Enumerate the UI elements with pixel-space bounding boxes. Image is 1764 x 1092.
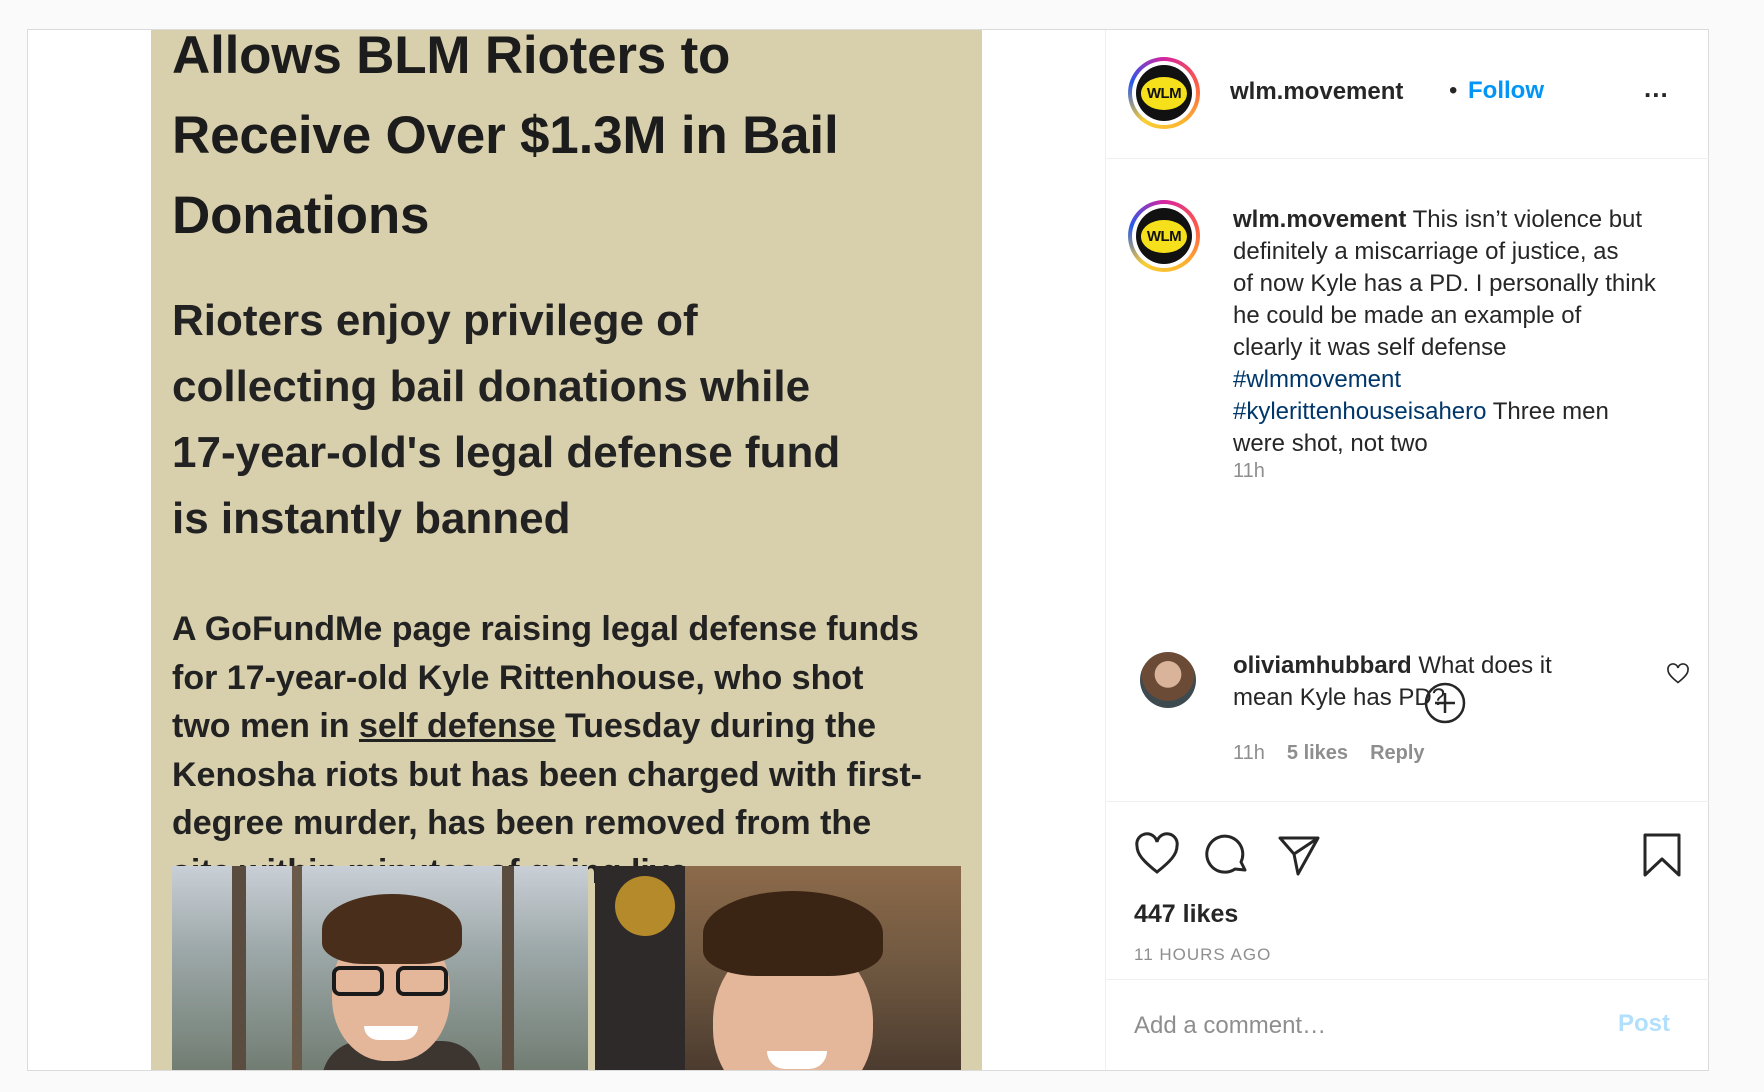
avatar-logo-text: WLM — [1140, 76, 1188, 110]
post-actions: 447 likes 11 HOURS AGO — [1106, 801, 1709, 979]
caption-line: wlm.movement This isn’t violence but — [1233, 204, 1701, 236]
avatar-logo-text: WLM — [1140, 219, 1188, 253]
caption-line: definitely a miscarriage of justice, as — [1233, 238, 1619, 265]
article-headline: Allows BLM Rioters to Receive Over $1.3M… — [172, 30, 952, 256]
comment-timestamp[interactable]: 11h — [1233, 742, 1265, 764]
body-line: degree murder, has been removed from the — [172, 804, 872, 842]
headline-line: Donations — [172, 186, 430, 245]
headline-line: Receive Over $1.3M in Bail — [172, 106, 839, 165]
article-screenshot: Allows BLM Rioters to Receive Over $1.3M… — [151, 30, 982, 1070]
post-time-ago[interactable]: 11 HOURS AGO — [1134, 945, 1271, 965]
article-body: A GoFundMe page raising legal defense fu… — [172, 605, 972, 896]
hashtag-link[interactable]: #wlmmovement — [1233, 364, 1701, 396]
comment-like-heart-icon[interactable] — [1666, 662, 1690, 686]
headline-line: Allows BLM Rioters to — [172, 30, 731, 85]
body-line: Kenosha riots but has been charged with … — [172, 755, 922, 794]
commenter-avatar[interactable] — [1140, 652, 1196, 708]
post-comment-button[interactable]: Post — [1618, 1010, 1670, 1038]
comment-text: What does it — [1411, 652, 1552, 679]
comment-bubble-icon[interactable] — [1205, 832, 1251, 878]
comment-line: mean Kyle has PD? — [1233, 684, 1446, 711]
share-paper-plane-icon[interactable] — [1276, 832, 1322, 878]
article-photo-left — [172, 866, 588, 1070]
instagram-post: Allows BLM Rioters to Receive Over $1.3M… — [27, 29, 1709, 1071]
caption-text: This isn’t violence but — [1406, 206, 1643, 233]
body-text-fragment: Tuesday during the — [555, 707, 877, 745]
hashtag-link[interactable]: #kylerittenhouseisahero — [1233, 398, 1487, 425]
comment: oliviamhubbard What does it mean Kyle ha… — [1233, 650, 1653, 714]
underlined-text: self defense — [359, 707, 556, 745]
body-line: for 17-year-old Kyle Rittenhouse, who sh… — [172, 658, 864, 697]
separator-dot: • — [1449, 77, 1458, 104]
post-sidebar: WLM wlm.movement • Follow ... WLM wlm.mo… — [1105, 30, 1709, 1070]
caption-timestamp[interactable]: 11h — [1233, 460, 1265, 483]
save-bookmark-icon[interactable] — [1639, 832, 1685, 878]
caption: wlm.movement This isn’t violence but def… — [1233, 204, 1701, 460]
comment-meta: 11h 5 likes Reply — [1233, 742, 1447, 765]
likes-count[interactable]: 447 likes — [1134, 900, 1238, 929]
caption-line: #kylerittenhouseisahero Three men — [1233, 396, 1701, 428]
post-media[interactable]: Allows BLM Rioters to Receive Over $1.3M… — [28, 30, 1105, 1070]
caption-line: were shot, not two — [1233, 430, 1428, 457]
add-comment-box: Post — [1106, 979, 1709, 1070]
caption-line: of now Kyle has a PD. I personally think — [1233, 270, 1656, 297]
caption-username[interactable]: wlm.movement — [1233, 206, 1406, 233]
avatar[interactable]: WLM — [1128, 57, 1200, 129]
caption-line: he could be made an example of — [1233, 302, 1582, 329]
subhead-line: 17-year-old's legal defense fund — [172, 428, 841, 477]
subhead-line: collecting bail donations while — [172, 362, 811, 411]
comment-username[interactable]: oliviamhubbard — [1233, 652, 1412, 679]
caption-avatar[interactable]: WLM — [1128, 200, 1200, 272]
caption-text: Three men — [1486, 398, 1609, 425]
post-header: WLM wlm.movement • Follow ... — [1106, 30, 1709, 159]
like-heart-icon[interactable] — [1134, 832, 1180, 878]
body-line: A GoFundMe page raising legal defense fu… — [172, 610, 919, 648]
comment-input[interactable] — [1134, 1004, 1594, 1048]
more-options-button[interactable]: ... — [1644, 73, 1669, 104]
body-text-fragment: two men in — [172, 707, 359, 745]
comment-likes[interactable]: 5 likes — [1287, 742, 1348, 764]
subhead-line: Rioters enjoy privilege of — [172, 296, 698, 345]
reply-button[interactable]: Reply — [1370, 742, 1424, 764]
article-subhead: Rioters enjoy privilege of collecting ba… — [172, 288, 962, 552]
follow-button[interactable]: Follow — [1468, 77, 1544, 105]
caption-line: clearly it was self defense — [1233, 334, 1507, 361]
subhead-line: is instantly banned — [172, 494, 571, 543]
body-line: two men in self defense Tuesday during t… — [172, 702, 972, 751]
header-username[interactable]: wlm.movement — [1230, 78, 1403, 106]
comment-line: oliviamhubbard What does it — [1233, 650, 1653, 682]
article-photo-right — [595, 866, 961, 1070]
